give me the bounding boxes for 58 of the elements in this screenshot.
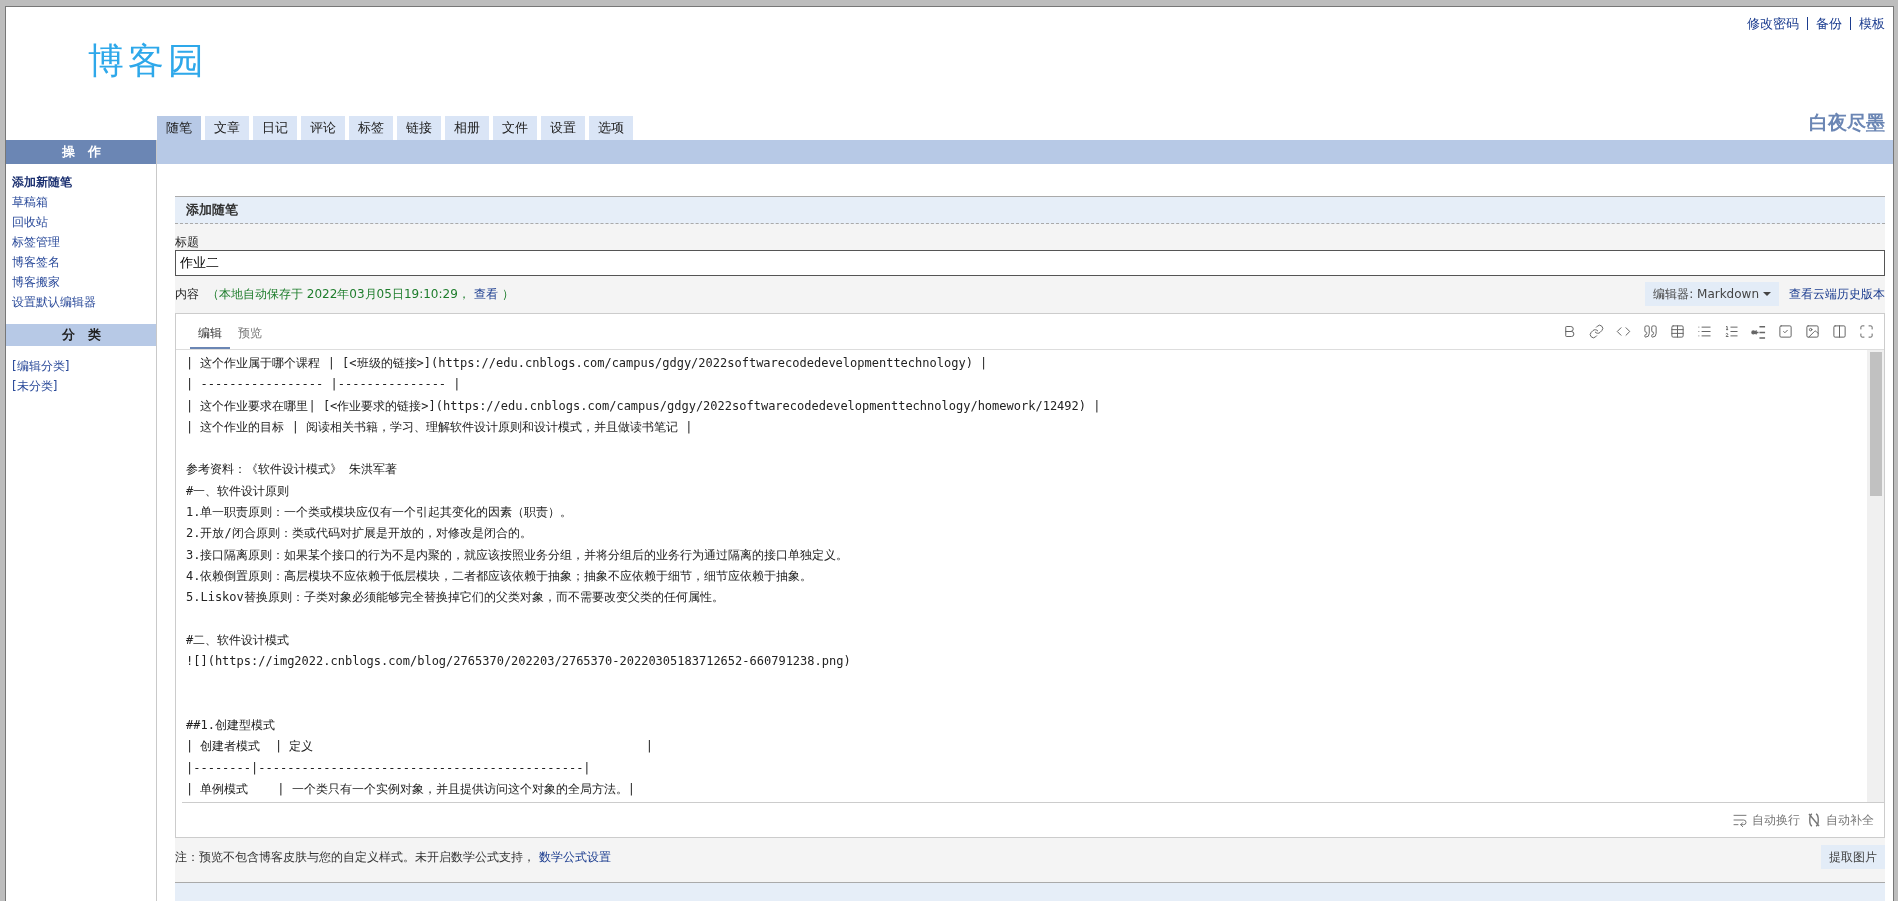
- preview-note: 注：预览不包含博客皮肤与您的自定义样式。未开启数学公式支持， 数学公式设置: [175, 849, 612, 865]
- image-icon[interactable]: [1805, 324, 1820, 339]
- editor-select[interactable]: 编辑器: Markdown: [1645, 282, 1779, 306]
- top-link[interactable]: 模板: [1850, 17, 1885, 30]
- nav-tab[interactable]: 相册: [445, 116, 489, 140]
- nav-tab[interactable]: 标签: [349, 116, 393, 140]
- editor-tab[interactable]: 编辑: [190, 323, 230, 349]
- checkbox-icon[interactable]: [1778, 324, 1793, 339]
- fullscreen-icon[interactable]: [1859, 324, 1874, 339]
- editor-tab[interactable]: 预览: [230, 323, 270, 349]
- sidebar-link[interactable]: [编辑分类]: [12, 356, 70, 376]
- numbered-list-icon[interactable]: [1724, 324, 1739, 339]
- section-title: 添加随笔: [175, 197, 1885, 224]
- nav-tab[interactable]: 评论: [301, 116, 345, 140]
- blog-name: 白夜尽墨: [1809, 110, 1885, 135]
- field-label: 标题: [175, 234, 199, 250]
- scrollbar[interactable]: [1867, 350, 1884, 802]
- nav-tab[interactable]: 文章: [205, 116, 249, 140]
- autocomplete-off-icon: [1806, 812, 1822, 828]
- extract-images-button[interactable]: 提取图片: [1821, 845, 1885, 869]
- sidebar-link[interactable]: 回收站: [12, 212, 48, 232]
- nav-tab[interactable]: 链接: [397, 116, 441, 140]
- sidebar-link[interactable]: 博客搬家: [12, 272, 60, 292]
- top-link[interactable]: 备份: [1807, 17, 1850, 30]
- bold-icon[interactable]: [1562, 324, 1577, 339]
- wrap-icon: [1732, 812, 1748, 828]
- code-icon[interactable]: [1616, 324, 1631, 339]
- bullet-list-icon[interactable]: [1697, 324, 1712, 339]
- nav-tab[interactable]: 随笔: [157, 116, 201, 140]
- editor-text[interactable]: | 这个作业属于哪个课程 | [<班级的链接>](https://edu.cnblogs.com/campus/gdgy/2022softwarecodedevelopmenttechnology) | | ----------------- |--------------- | | 这个作业要求在哪里| [<作业要求的链接>](https://edu.cnblogs.com/campus/gdgy/2022softwarecodedevelopmenttechnology/homework/12492) | | 这个作业的目标 | 阅读相关书籍，学习、理解软件设计原则和设计模式，并且做读书笔记 | 参考资料：《软件设计模式》 朱洪军著 #一、软件设计原则 1.单一职责原则：一个类或模块应仅有一个引起其变化的因素（职责）。 2.开放/闭合原则：类或代码对扩展是开放的，对修改是闭合的。 3.接口隔离原则：如果某个接口的行为不是内聚的，就应该按照业务分组，并将分组后的业务行为通过隔离的接口单独定义。 4.依赖倒置原则：高层模块不应依赖于低层模块，二者都应该依赖于抽象；抽象不应依赖于细节，细节应依赖于抽象。 5.Liskov替换原则：子类对象必须能够完全替换掉它们的父类对象，而不需要改变父类的任何属性。 #二、软件设计模式 ![](https://img2022.cnblogs.com/blog/2765370/202203/2765370-20220305183712652-660791238.png) ##1.创建型模式 | 创建者模式 | 定义 | |--------|---------------------------------------------| | 单例模式 | 一个类只有一个实例对象，并且提供访问这个对象的全局方法。|: [182, 350, 1867, 802]
- split-view-icon[interactable]: [1832, 324, 1847, 339]
- wrap-label: 自动换行: [1752, 811, 1800, 829]
- math-settings-link[interactable]: 数学公式设置: [539, 849, 611, 864]
- autocomplete-toggle[interactable]: 自动补全: [1806, 811, 1874, 829]
- sidebar-link[interactable]: 添加新随笔: [12, 172, 72, 192]
- title-field[interactable]: 作业二: [175, 250, 1885, 276]
- sidebar-link[interactable]: [未分类]: [12, 376, 58, 396]
- outdent-icon[interactable]: [1751, 324, 1766, 339]
- top-link[interactable]: 修改密码: [1739, 17, 1807, 30]
- sidebar-link[interactable]: 标签管理: [12, 232, 60, 252]
- sidebar-heading: 操 作: [6, 140, 156, 164]
- nav-tab[interactable]: 日记: [253, 116, 297, 140]
- sidebar-link[interactable]: 博客签名: [12, 252, 60, 272]
- sidebar-heading: 分 类: [6, 324, 156, 346]
- autocomplete-label: 自动补全: [1826, 811, 1874, 829]
- view-link[interactable]: 查看: [473, 286, 498, 301]
- field-label: 内容: [175, 286, 199, 302]
- quote-icon[interactable]: [1643, 324, 1658, 339]
- history-link[interactable]: 查看云端历史版本: [1789, 285, 1885, 303]
- link-icon[interactable]: [1589, 324, 1604, 339]
- wrap-toggle[interactable]: 自动换行: [1732, 811, 1800, 829]
- nav-tab[interactable]: 选项: [589, 116, 633, 140]
- nav-tab[interactable]: 设置: [541, 116, 585, 140]
- nav-tab[interactable]: 文件: [493, 116, 537, 140]
- autosave-note: （本地自动保存于 2022年03月05日19:10:29， 查看 ）: [207, 285, 514, 303]
- sidebar-link[interactable]: 草稿箱: [12, 192, 48, 212]
- sidebar-link[interactable]: 设置默认编辑器: [12, 292, 96, 312]
- table-icon[interactable]: [1670, 324, 1685, 339]
